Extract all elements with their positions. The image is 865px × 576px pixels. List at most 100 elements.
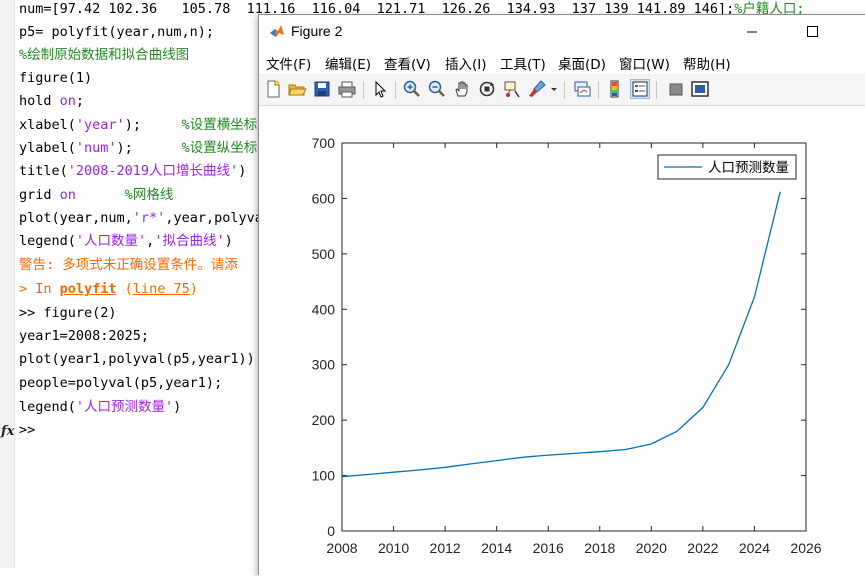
pan-hand-icon[interactable] [452, 79, 472, 99]
command-text: ylabel( [19, 140, 76, 156]
menu-help[interactable]: 帮助(H) [683, 53, 731, 73]
menu-desktop[interactable]: 桌面(D) [558, 53, 606, 73]
polyfit-link[interactable]: polyfit [60, 281, 117, 297]
menu-tools[interactable]: 工具(T) [500, 53, 546, 73]
zoom-out-icon[interactable] [427, 79, 447, 99]
data-cursor-icon[interactable] [502, 79, 522, 99]
command-text: ) [173, 399, 182, 415]
close-icon [849, 15, 865, 48]
data-point [341, 475, 344, 478]
menu-window[interactable]: 窗口(W) [619, 53, 670, 73]
y-tick-label: 0 [327, 523, 335, 539]
minimize-icon [747, 31, 757, 33]
menu-insert[interactable]: 插入(I) [445, 53, 487, 73]
x-tick-label: 2012 [430, 540, 461, 556]
command-text: %网格线 [124, 187, 174, 203]
command-text: grid [19, 187, 60, 203]
command-line: plot(year1,polyval(p5,year1)) [19, 350, 255, 368]
toolbar-separator [656, 81, 657, 99]
figure-title: Figure 2 [291, 23, 343, 39]
link-plot-icon[interactable] [572, 79, 592, 99]
command-text: 警告: 多项式未正确设置条件。请添 [19, 257, 238, 273]
figure-toolbar [259, 75, 865, 106]
menu-view[interactable]: 查看(V) [384, 53, 431, 73]
figure-titlebar[interactable]: Figure 2 [259, 15, 865, 48]
command-text: '人口数量' [75, 233, 147, 249]
data-point [444, 466, 447, 469]
menu-file[interactable]: 文件(F) [266, 53, 311, 73]
y-tick-label: 200 [312, 412, 336, 428]
data-point [521, 456, 524, 459]
data-point [573, 452, 576, 455]
colorbar-icon[interactable] [605, 79, 625, 99]
toolbar-separator [363, 81, 364, 99]
data-point [701, 406, 704, 409]
command-line: legend('人口数量','拟合曲线') [19, 232, 233, 250]
command-text: >> [19, 422, 36, 438]
y-tick-label: 300 [312, 357, 336, 373]
command-text: '2008-2019人口增长曲线' [67, 163, 239, 179]
command-text: figure(1) [19, 70, 93, 86]
command-text: on [59, 187, 76, 203]
hide-plot-tools-icon[interactable] [666, 79, 686, 99]
y-tick-label: 700 [312, 135, 336, 151]
data-point [753, 296, 756, 299]
x-tick-label: 2008 [326, 540, 357, 556]
print-icon[interactable] [337, 79, 357, 99]
fx-icon: fx [1, 424, 15, 439]
data-point [779, 190, 782, 193]
menu-edit[interactable]: 编辑(E) [325, 53, 371, 73]
toolbar-separator [395, 81, 396, 99]
command-text: ) [189, 281, 198, 297]
close-button[interactable] [849, 15, 865, 48]
y-tick-label: 500 [312, 246, 336, 262]
show-plot-tools-icon[interactable] [690, 79, 710, 99]
command-text: p5= polyfit(year,num,n); [19, 24, 215, 40]
data-point [469, 463, 472, 466]
save-icon[interactable] [312, 79, 332, 99]
command-line: >> [19, 421, 35, 439]
command-text: 'year' [75, 117, 125, 133]
command-gutter [0, 0, 15, 568]
data-point [624, 448, 627, 451]
command-line: people=polyval(p5,year1); [19, 374, 222, 392]
figure-canvas[interactable]: 2008 2010 2012 2014 2016 2018 2020 2022 2024 2026… [259, 106, 865, 576]
brush-icon[interactable] [527, 79, 547, 99]
zoom-in-icon[interactable] [402, 79, 422, 99]
command-line: grid on %网格线 [19, 186, 173, 204]
new-figure-icon[interactable] [263, 79, 283, 99]
command-text: title( [19, 163, 68, 179]
toolbar-separator [564, 81, 565, 99]
figure-window[interactable]: Figure 2 文件(F) 编辑(E) 查看(V) 插入(I) 工具(T) 桌… [258, 14, 865, 576]
minimize-button[interactable] [729, 15, 775, 48]
command-text: on [59, 93, 76, 109]
rotate-3d-icon[interactable] [477, 79, 497, 99]
command-line: 警告: 多项式未正确设置条件。请添 [19, 256, 238, 274]
command-line: > In polyfit (line 75) [19, 280, 198, 298]
command-text: legend( [19, 399, 76, 415]
y-tick-label: 600 [312, 190, 336, 206]
dropdown-arrow-icon[interactable] [549, 79, 559, 99]
command-line: hold on; [19, 92, 84, 110]
line-number-link[interactable]: line 75 [133, 281, 190, 297]
plot-axes[interactable]: 2008 2010 2012 2014 2016 2018 2020 2022 2024 2026… [259, 106, 865, 576]
maximize-button[interactable] [789, 15, 835, 48]
command-line: legend('人口预测数量') [19, 398, 181, 416]
legend-icon[interactable] [630, 79, 650, 99]
command-text: ) [238, 163, 247, 179]
command-line: p5= polyfit(year,num,n); [19, 23, 214, 41]
command-text: %设置横坐标 [181, 117, 258, 133]
command-text: legend( [19, 233, 76, 249]
maximize-icon [807, 26, 818, 37]
command-line: year1=2008:2025; [19, 327, 149, 345]
data-point [547, 454, 550, 457]
command-text: ); [116, 140, 182, 156]
command-text: '拟合曲线' [154, 233, 225, 249]
pointer-icon[interactable] [370, 79, 390, 99]
command-text: ; [75, 93, 85, 109]
x-tick-label: 2014 [481, 540, 512, 556]
x-tick-label: 2020 [636, 540, 667, 556]
open-file-icon[interactable] [287, 79, 307, 99]
command-line: figure(1) [19, 69, 92, 87]
command-line: xlabel('year'); %设置横坐标 [19, 116, 257, 134]
